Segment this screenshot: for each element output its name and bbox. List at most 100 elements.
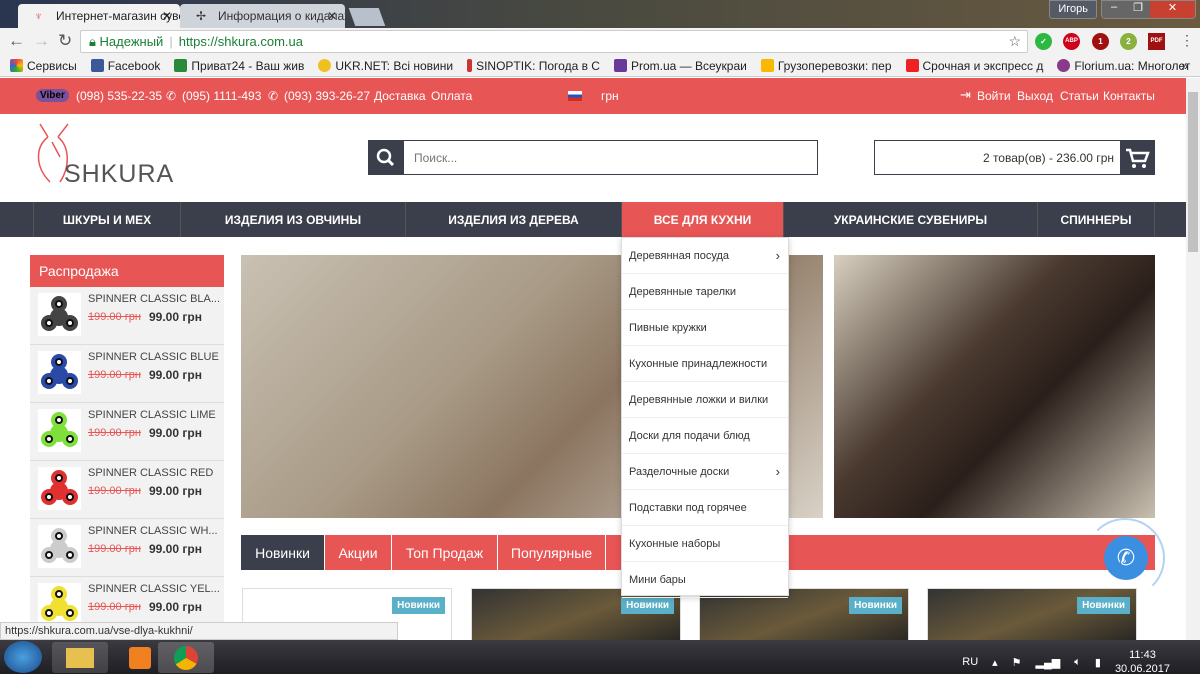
battery-icon[interactable]: ▮ <box>1095 656 1101 669</box>
dropdown-item[interactable]: Деревянные тарелки <box>622 274 788 310</box>
show-hidden-icons[interactable]: ▴ <box>992 656 998 669</box>
product-card[interactable]: Новинки <box>927 588 1137 648</box>
tab-new[interactable]: Новинки <box>241 535 325 570</box>
tab-popular[interactable]: Популярные <box>498 535 606 570</box>
forward-icon[interactable]: → <box>33 31 50 51</box>
russian-flag-icon[interactable] <box>568 91 582 101</box>
profile-button[interactable]: Игорь <box>1049 0 1097 19</box>
sale-item[interactable]: SPINNER CLASSIC WH... 199.00 грн 99.00 г… <box>30 519 224 577</box>
bookmark-express[interactable]: Срочная и экспресс д <box>905 58 1044 73</box>
lock-icon: 🔒︎ <box>89 34 96 49</box>
login-link[interactable]: Войти <box>977 89 1011 103</box>
nav-souvenirs[interactable]: УКРАИНСКИЕ СУВЕНИРЫ <box>783 202 1037 237</box>
nav-wood[interactable]: ИЗДЕЛИЯ ИЗ ДЕРЕВА <box>405 202 621 237</box>
extension-check-icon[interactable]: ✓ <box>1035 33 1052 50</box>
prom-icon <box>613 59 627 72</box>
bookmark-label: Срочная и экспресс д <box>922 58 1044 73</box>
bookmark-services[interactable]: Сервисы <box>10 59 77 73</box>
dropdown-item[interactable]: Деревянные ложки и вилки <box>622 382 788 418</box>
reload-icon[interactable]: ↻ <box>58 31 72 51</box>
bookmark-sinoptik[interactable]: SINOPTIK: Погода в С <box>467 59 600 73</box>
dropdown-item[interactable]: Кухонные принадлежности <box>622 346 788 382</box>
dropdown-item[interactable]: Подставки под горячее <box>622 490 788 526</box>
explorer-taskbar-icon[interactable] <box>52 642 108 673</box>
cart-button[interactable] <box>1120 140 1155 175</box>
dropdown-item[interactable]: Доски для подачи блюд <box>622 418 788 454</box>
site-logo[interactable]: SHKURA <box>30 122 173 192</box>
sale-item-name[interactable]: SPINNER CLASSIC BLUE <box>88 351 220 363</box>
new-badge: Новинки <box>621 597 674 614</box>
nav-sheepskin[interactable]: ИЗДЕЛИЯ ИЗ ОВЧИНЫ <box>180 202 405 237</box>
dropdown-item[interactable]: Кухонные наборы <box>622 526 788 562</box>
sale-item-name[interactable]: SPINNER CLASSIC BLA... <box>88 293 220 305</box>
delivery-link[interactable]: Доставка <box>374 89 426 103</box>
language-indicator[interactable]: RU <box>962 656 978 668</box>
bookmark-cargo[interactable]: Грузоперевозки: пер <box>760 59 892 73</box>
volume-icon[interactable]: 🔈︎ <box>1074 656 1081 669</box>
adblock-icon[interactable]: ABP <box>1063 33 1080 50</box>
sale-item-name[interactable]: SPINNER CLASSIC WH... <box>88 525 220 537</box>
payment-link[interactable]: Оплата <box>431 89 472 103</box>
sale-item[interactable]: SPINNER CLASSIC BLA... 199.00 грн 99.00 … <box>30 287 224 345</box>
chrome-taskbar-icon[interactable] <box>158 642 214 673</box>
network-icon[interactable]: ▂▄▆ <box>1036 656 1061 669</box>
phone-3[interactable]: (093) 393-26-27 <box>284 89 370 103</box>
currency-selector[interactable]: грн <box>601 89 619 103</box>
sale-item[interactable]: SPINNER CLASSIC RED 199.00 грн 99.00 грн <box>30 461 224 519</box>
nav-furs[interactable]: ШКУРЫ И МЕХ <box>33 202 180 237</box>
nav-kitchen[interactable]: ВСЕ ДЛЯ КУХНИ <box>621 202 783 237</box>
dropdown-item[interactable]: Мини бары <box>622 562 788 598</box>
sale-item-name[interactable]: SPINNER CLASSIC RED <box>88 467 220 479</box>
cart-summary[interactable]: 2 товар(ов) - 236.00 грн <box>874 140 1124 175</box>
banner-slippers-image[interactable] <box>834 255 1155 518</box>
search-button[interactable] <box>368 140 403 175</box>
new-tab-button[interactable] <box>348 8 386 26</box>
tab-shkura[interactable]: ♆Интернет-магазин сувенир✕ <box>18 4 180 28</box>
spinner-image <box>38 525 81 568</box>
scrollbar-thumb[interactable] <box>1188 92 1198 252</box>
location-extension-icon[interactable]: 2 <box>1120 33 1137 50</box>
old-price: 199.00 грн <box>88 427 141 439</box>
phone-1[interactable]: (098) 535-22-35 <box>76 89 162 103</box>
pdf-extension-icon[interactable]: PDF <box>1148 33 1165 50</box>
dropdown-item[interactable]: Деревянная посуда › <box>622 238 788 274</box>
dropdown-item[interactable]: Пивные кружки <box>622 310 788 346</box>
tab-info[interactable]: ✢ Информация о кидалах ✕ <box>180 4 345 28</box>
search-input[interactable] <box>403 140 818 175</box>
contacts-link[interactable]: Контакты <box>1103 89 1155 103</box>
flag-icon[interactable]: ⚑ <box>1012 656 1022 669</box>
sale-item[interactable]: SPINNER CLASSIC BLUE 199.00 грн 99.00 гр… <box>30 345 224 403</box>
maximize-button[interactable]: ❐ <box>1126 1 1150 18</box>
ukrnet-icon <box>318 59 332 72</box>
bookmark-florium[interactable]: Florium.ua: Многолет <box>1057 59 1190 73</box>
minimize-button[interactable]: – <box>1102 1 1126 18</box>
start-button[interactable] <box>4 641 42 673</box>
sale-item-name[interactable]: SPINNER CLASSIC YEL... <box>88 583 220 595</box>
shield-extension-icon[interactable]: 1 <box>1092 33 1109 50</box>
favicon-icon: ✢ <box>196 9 207 23</box>
bookmark-facebook[interactable]: Facebook <box>90 59 160 73</box>
bookmark-prom[interactable]: Prom.ua — Всеукраи <box>613 59 747 73</box>
bookmark-label: UKR.NET: Всі новини <box>335 58 454 73</box>
tab-promotions[interactable]: Акции <box>325 535 392 570</box>
bookmark-star-icon[interactable]: ☆ <box>1008 33 1021 50</box>
bookmark-privat24[interactable]: Приват24 - Ваш жив <box>174 59 304 73</box>
close-tab-icon[interactable]: ✕ <box>162 9 172 23</box>
tab-top-sales[interactable]: Топ Продаж <box>392 535 498 570</box>
phone-2[interactable]: (095) 1111-493 <box>182 89 261 103</box>
callback-phone-button[interactable]: ✆ <box>1104 536 1148 580</box>
sale-item-name[interactable]: SPINNER CLASSIC LIME <box>88 409 220 421</box>
back-icon[interactable]: ← <box>8 31 25 51</box>
sale-item[interactable]: SPINNER CLASSIC LIME 199.00 грн 99.00 гр… <box>30 403 224 461</box>
close-window-button[interactable]: ✕ <box>1150 1 1195 18</box>
logout-link[interactable]: Выход <box>1017 89 1053 103</box>
close-tab-icon[interactable]: ✕ <box>327 9 337 23</box>
address-bar[interactable]: 🔒︎ Надежный | https://shkura.com.ua ☆ <box>80 30 1028 53</box>
clock[interactable]: 11:43 30.06.2017 <box>1115 648 1170 676</box>
bookmark-ukrnet[interactable]: UKR.NET: Всі новини <box>318 59 453 73</box>
nav-spinners[interactable]: СПИННЕРЫ <box>1037 202 1155 237</box>
menu-icon[interactable]: ⋮ <box>1180 32 1194 49</box>
articles-link[interactable]: Статьи <box>1060 89 1099 103</box>
bookmarks-more-button[interactable]: » <box>1181 59 1188 73</box>
dropdown-item[interactable]: Разделочные доски › <box>622 454 788 490</box>
